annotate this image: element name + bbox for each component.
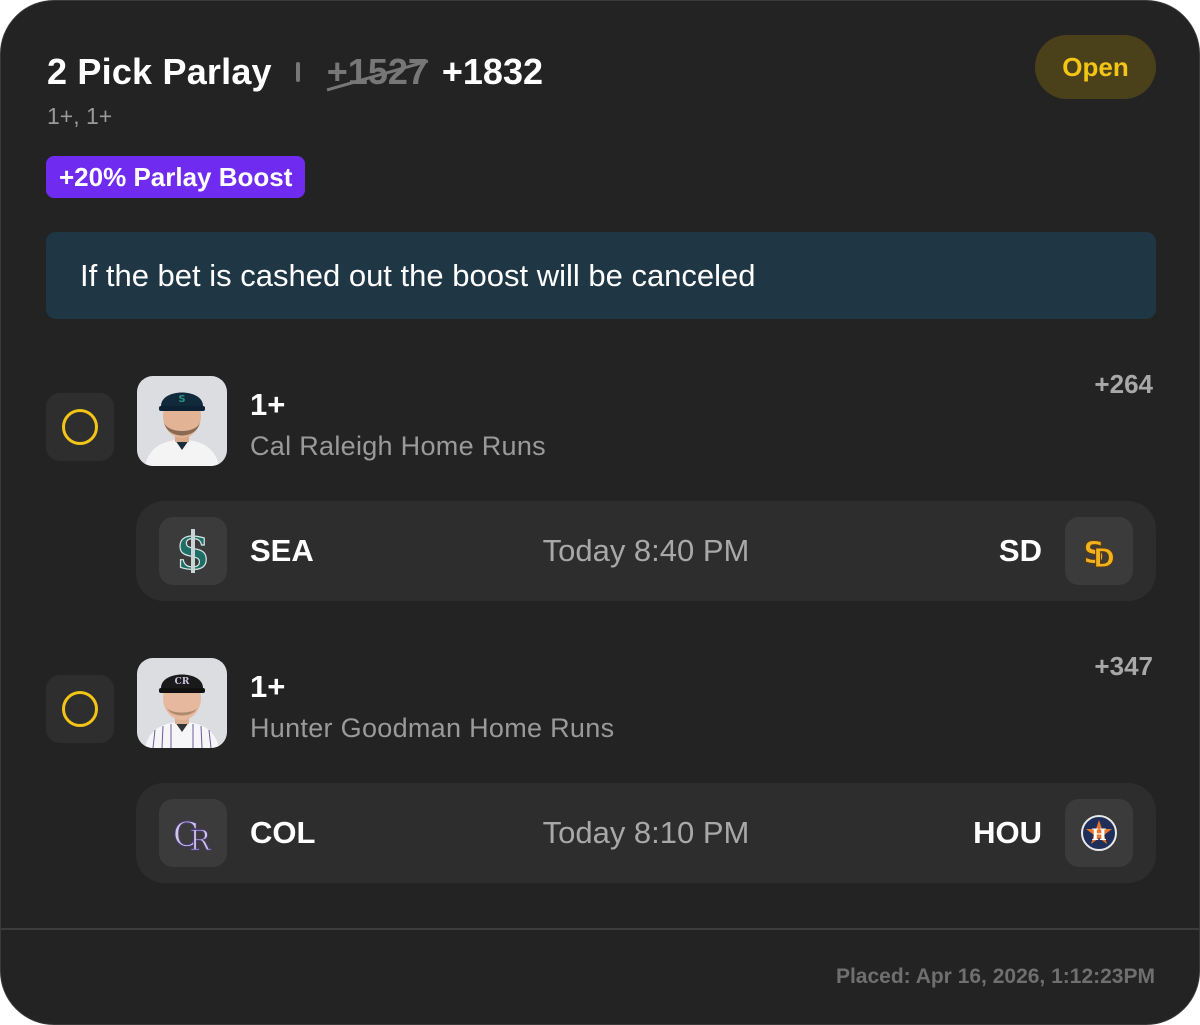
- player-headshot-image: CR: [137, 658, 227, 748]
- home-team: HOU: [973, 815, 1042, 850]
- game-matchup-row[interactable]: S SEA Today 8:40 PM SD S D: [136, 501, 1156, 601]
- boosted-odds: +1832: [441, 51, 543, 92]
- pick-status-indicator: [46, 393, 114, 461]
- parlay-header: 2 Pick Parlay +1527 +1832: [47, 47, 543, 97]
- player-headshot-image: S: [137, 376, 227, 466]
- player-headshot-icon: CR: [137, 658, 227, 748]
- placed-timestamp: Placed: Apr 16, 2026, 1:12:23PM: [835, 965, 1155, 988]
- pending-circle-icon: [62, 409, 98, 445]
- home-team: SD: [998, 533, 1042, 568]
- pick-status-indicator: [46, 675, 114, 743]
- pick-description: Hunter Goodman Home Runs: [250, 713, 615, 743]
- footer-divider: [1, 928, 1199, 930]
- svg-text:CR: CR: [175, 677, 190, 687]
- pick-line: 1+: [250, 669, 286, 704]
- parlay-title: 2 Pick Parlay: [47, 51, 272, 92]
- svg-text:D: D: [1093, 544, 1115, 573]
- svg-text:H: H: [1091, 825, 1106, 844]
- status-badge: Open: [1035, 35, 1156, 99]
- pick-line: 1+: [250, 387, 286, 422]
- cashout-notice-text: If the bet is cashed out the boost will …: [80, 257, 756, 293]
- player-headshot-icon: S: [137, 376, 227, 466]
- game-matchup-row[interactable]: C R COL Today 8:10 PM HOU H: [136, 783, 1156, 883]
- original-odds: +1527: [326, 51, 428, 92]
- pick-item: CR 1+ Hunter Goodman Home Runs +347 C R …: [1, 643, 1199, 883]
- parlay-boost-badge: +20% Parlay Boost: [46, 156, 306, 198]
- padres-logo-icon: S D: [1065, 517, 1133, 585]
- astros-logo-icon: H: [1065, 799, 1133, 867]
- svg-text:S: S: [178, 394, 185, 405]
- title-separator: [295, 62, 300, 82]
- pick-odds: +264: [1094, 369, 1153, 399]
- parlay-bet-card[interactable]: 2 Pick Parlay +1527 +1832 1+, 1+ Open +2…: [0, 0, 1200, 1025]
- parlay-subtitle: 1+, 1+: [47, 103, 113, 129]
- cashout-notice: If the bet is cashed out the boost will …: [46, 232, 1156, 319]
- pick-odds: +347: [1094, 651, 1153, 681]
- pick-item: S 1+ Cal Raleigh Home Runs +264 S SEA To…: [1, 361, 1199, 601]
- pending-circle-icon: [62, 691, 98, 727]
- pick-description: Cal Raleigh Home Runs: [250, 431, 546, 461]
